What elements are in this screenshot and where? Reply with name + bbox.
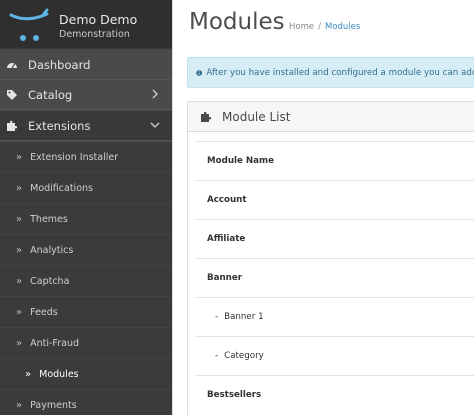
panel-heading: Module List	[188, 102, 474, 132]
sidebar-item-extensions[interactable]: Extensions	[0, 111, 172, 141]
profile-subtitle: Demonstration	[59, 29, 130, 40]
module-name: Category	[224, 351, 264, 361]
sidebar-item-dashboard[interactable]: Dashboard	[0, 50, 172, 80]
sidebar-subitem-themes[interactable]: » Themes	[0, 204, 172, 235]
sidebar-subitem-modules[interactable]: » Modules	[0, 359, 172, 390]
double-chevron-icon: »	[16, 399, 23, 411]
main-content: Modules Home / Modules After you have in…	[172, 0, 474, 415]
module-name: Account	[207, 195, 247, 205]
page-title: Modules	[189, 9, 285, 35]
module-name: Affiliate	[207, 234, 246, 244]
sidebar-subitem-label: Modules	[39, 368, 79, 380]
double-chevron-icon: »	[16, 244, 23, 256]
table-row: Account	[195, 180, 474, 219]
sidebar-subitem-label: Themes	[30, 213, 68, 225]
sidebar-item-catalog[interactable]: Catalog	[0, 80, 172, 110]
sidebar-subitem-anti-fraud[interactable]: » Anti-Fraud	[0, 328, 172, 359]
chevron-down-icon	[150, 122, 160, 128]
sidebar-subitem-feeds[interactable]: » Feeds	[0, 297, 172, 328]
double-chevron-icon: »	[16, 337, 23, 349]
column-header-module-name: Module Name	[207, 156, 274, 166]
breadcrumb: Home / Modules	[289, 22, 360, 32]
breadcrumb-home[interactable]: Home	[289, 22, 314, 32]
info-circle-icon	[196, 69, 203, 76]
user-profile[interactable]: Demo Demo Demonstration	[0, 0, 172, 49]
chevron-right-icon	[152, 89, 158, 99]
sidebar-subitem-extension-installer[interactable]: » Extension Installer	[0, 142, 172, 173]
module-table: Module Name Account Affiliate Banner - B…	[195, 141, 474, 414]
double-chevron-icon: »	[16, 275, 23, 287]
sidebar-subitem-label: Anti-Fraud	[30, 337, 79, 349]
module-name: Banner	[207, 273, 243, 283]
tag-icon	[6, 89, 18, 101]
breadcrumb-separator: /	[318, 22, 321, 32]
double-chevron-icon: »	[16, 213, 23, 225]
double-chevron-icon: »	[16, 182, 23, 194]
table-row: Bestsellers	[195, 375, 474, 414]
sidebar: Demo Demo Demonstration Dashboard Catalo…	[0, 0, 172, 415]
table-row: Affiliate	[195, 219, 474, 258]
double-chevron-icon: »	[16, 306, 23, 318]
table-row: Banner	[195, 258, 474, 297]
sidebar-subitem-label: Feeds	[30, 306, 58, 318]
sidebar-subitem-label: Analytics	[30, 244, 74, 256]
double-chevron-icon: »	[16, 151, 23, 163]
info-alert: After you have installed and configured …	[187, 57, 474, 88]
profile-name: Demo Demo	[59, 12, 138, 27]
indent-dash: -	[215, 312, 219, 322]
sidebar-item-label: Extensions	[28, 118, 91, 133]
sidebar-subitem-payments[interactable]: » Payments	[0, 390, 172, 415]
double-chevron-icon: »	[25, 368, 32, 380]
table-header: Module Name	[195, 141, 474, 180]
alert-text: After you have installed and configured …	[206, 67, 474, 78]
sidebar-item-label: Catalog	[28, 87, 73, 102]
dashboard-icon	[6, 59, 18, 71]
sidebar-subitem-label: Modifications	[30, 182, 93, 194]
panel-title: Module List	[222, 109, 291, 124]
sidebar-subitem-captcha[interactable]: » Captcha	[0, 266, 172, 297]
sidebar-subitem-modifications[interactable]: » Modifications	[0, 173, 172, 204]
sidebar-subitem-analytics[interactable]: » Analytics	[0, 235, 172, 266]
sidebar-subitem-label: Captcha	[30, 275, 70, 287]
indent-dash: -	[215, 351, 219, 361]
sidebar-subitem-label: Payments	[30, 399, 77, 411]
module-name: Banner 1	[224, 312, 264, 322]
sidebar-subitem-label: Extension Installer	[30, 151, 119, 163]
module-name: Bestsellers	[207, 390, 262, 400]
puzzle-icon	[6, 120, 18, 132]
cart-logo-icon	[9, 8, 49, 41]
table-row: - Category	[195, 336, 474, 375]
puzzle-icon	[201, 111, 212, 122]
sidebar-item-label: Dashboard	[28, 57, 91, 72]
table-row: - Banner 1	[195, 297, 474, 336]
breadcrumb-current[interactable]: Modules	[325, 22, 360, 32]
